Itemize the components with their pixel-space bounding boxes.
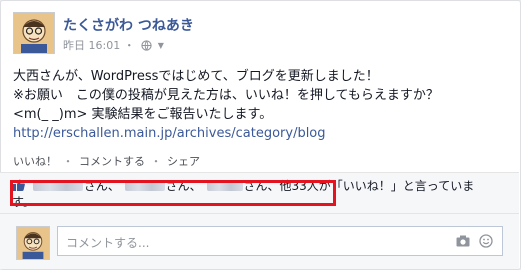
- post-body: 大西さんが、WordPressではじめて、ブログを更新しました！ ※お願い この…: [13, 67, 508, 143]
- post-actions: いいね！ ・ コメントする ・ シェア: [13, 153, 200, 169]
- post-meta: 昨日 16:01 ・ ▼: [63, 37, 164, 53]
- comment-input[interactable]: コメントする...: [57, 226, 503, 256]
- post-line-3: <m(_ _)m> 実験結果をご報告いたします。: [13, 107, 273, 122]
- action-separator: ・: [150, 155, 162, 168]
- globe-icon[interactable]: [141, 39, 152, 51]
- post-line-2: ※お願い この僕の投稿が見えた方は、いいね！を押してもらえますか？: [13, 88, 439, 103]
- share-link[interactable]: シェア: [167, 155, 200, 168]
- author-name[interactable]: たくさがわ つねあき: [63, 15, 194, 35]
- meta-separator: ・: [123, 39, 135, 52]
- comment-link[interactable]: コメントする: [79, 155, 145, 168]
- likes-wrap-char: ま: [462, 179, 475, 193]
- highlight-box: [10, 180, 336, 206]
- post-link[interactable]: http://erschallen.main.jp/archives/categ…: [13, 124, 508, 143]
- comment-placeholder: コメントする...: [66, 236, 150, 250]
- audience-dropdown-icon[interactable]: ▼: [158, 41, 164, 50]
- post-timestamp[interactable]: 昨日 16:01: [63, 39, 120, 52]
- smiley-icon[interactable]: [479, 234, 493, 248]
- commenter-avatar: [16, 226, 50, 260]
- post-line-1: 大西さんが、WordPressではじめて、ブログを更新しました！: [13, 69, 379, 84]
- action-separator: ・: [62, 155, 74, 168]
- author-avatar[interactable]: [13, 12, 55, 54]
- camera-icon[interactable]: [456, 235, 470, 247]
- like-link[interactable]: いいね！: [13, 155, 57, 168]
